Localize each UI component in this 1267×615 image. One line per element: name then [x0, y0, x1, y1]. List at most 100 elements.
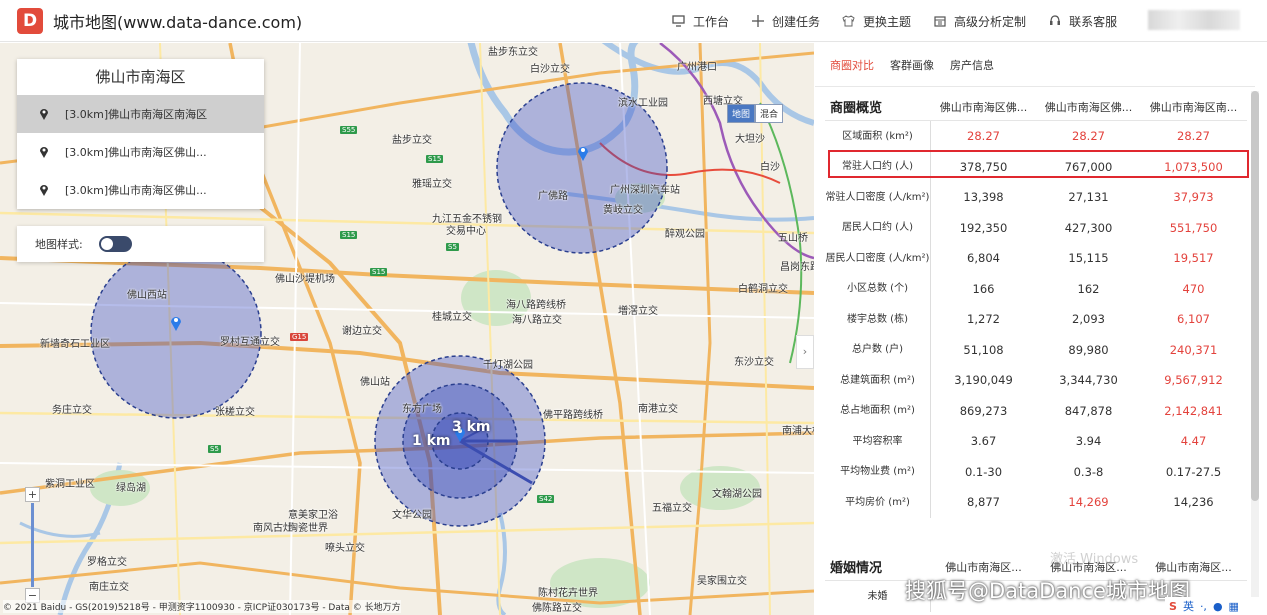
map-style-toggle[interactable]: [98, 236, 132, 252]
map-place-label: 大坦沙: [735, 134, 765, 145]
zoom-slider[interactable]: [31, 503, 34, 587]
row-label: 平均物业费 (m²): [825, 456, 931, 487]
table-row: 平均物业费 (m²) 0.1-30 0.3-8 0.17-27.5: [825, 456, 1247, 487]
table-row: 区域面积 (km²) 28.27 28.27 28.27: [825, 121, 1247, 152]
cell-value: 6,804: [967, 251, 1000, 266]
poi-list-item-label: [3.0km]佛山市南海区佛山...: [65, 146, 207, 159]
map-place-label: 新墙奇石工业区: [40, 339, 110, 350]
cell-value: 192,350: [959, 220, 1008, 235]
map-pin-icon[interactable]: [170, 314, 182, 332]
windows-activation-watermark: 激活 Windows: [1050, 552, 1139, 567]
table-header: 商圈概览 佛山市南海区佛... 佛山市南海区佛... 佛山市南海区南...: [825, 93, 1247, 121]
map-type-map-button[interactable]: 地图: [727, 104, 756, 123]
nav-create-task-label: 创建任务: [772, 14, 821, 29]
road-badge: S5: [208, 445, 221, 453]
map-place-label: 盐步东立交: [488, 47, 538, 58]
microphone-icon: ●: [1212, 599, 1223, 613]
ime-logo-icon: S: [1169, 599, 1177, 613]
poi-list-panel: 佛山市南海区 [3.0km]佛山市南海区南海区 [3.0km]佛山市南海区佛山.…: [17, 59, 264, 209]
monitor-icon: [672, 15, 685, 28]
location-pin-icon: [40, 185, 48, 196]
row-label: 平均房价 (m²): [825, 487, 931, 518]
cell-value: 15,115: [1068, 251, 1109, 266]
road-badge: S42: [537, 495, 555, 503]
user-account[interactable]: [1148, 10, 1240, 30]
cell-value: 551,750: [1169, 220, 1218, 235]
cell-value: 470: [1182, 281, 1205, 296]
poi-list-item[interactable]: [3.0km]佛山市南海区佛山...: [17, 133, 264, 171]
nav-contact[interactable]: 联系客服: [1048, 13, 1117, 30]
zoom-control: + −: [25, 487, 40, 603]
zoom-in-button[interactable]: +: [25, 487, 40, 502]
map-place-label: 白沙立交: [530, 64, 570, 75]
cell-value: 3,190,049: [954, 373, 1013, 388]
map-place-label: 罗村互通立交: [220, 337, 280, 348]
cell-value: 2,093: [1072, 312, 1105, 327]
map-place-label: 佛平路跨线桥: [543, 410, 603, 421]
road-badge: G15: [290, 333, 309, 341]
headset-icon: [1048, 15, 1061, 28]
map-place-label: 昌岗东路: [780, 262, 814, 273]
tab-property-info[interactable]: 房产信息: [950, 57, 994, 73]
panel-scrollbar[interactable]: [1251, 91, 1259, 611]
nav-create-task[interactable]: 创建任务: [751, 13, 820, 30]
map-place-label: 佛山沙堤机场: [275, 274, 335, 285]
map-place-label: 文华公园: [392, 510, 432, 521]
road-badge: S15: [340, 231, 358, 239]
map-place-label: 绿岛湖: [116, 483, 146, 494]
map-place-label: 桂城立交: [432, 312, 472, 323]
nav-workbench[interactable]: 工作台: [672, 13, 729, 30]
map-place-label: 雅瑶立交: [412, 179, 452, 190]
nav-theme[interactable]: 更换主题: [842, 13, 911, 30]
location-pin-icon: [40, 147, 48, 158]
tab-customer-profile[interactable]: 客群画像: [890, 57, 934, 73]
map-place-label: 千灯湖公园: [483, 360, 533, 371]
cell-value: 240,371: [1169, 342, 1218, 357]
cell-value: 427,300: [1064, 220, 1113, 235]
top-nav: 工作台 创建任务 更换主题 高级分析定制 联系客服: [672, 0, 1139, 42]
cell-value: 166: [972, 281, 995, 296]
table-row: 平均容积率 3.67 3.94 4.47: [825, 426, 1247, 457]
row-label: 总占地面积 (m²): [825, 395, 931, 426]
table-row: 居民人口约 (人) 192,350 427,300 551,750: [825, 212, 1247, 243]
table-row: 居民人口密度 (人/km²) 6,804 15,115 19,517: [825, 243, 1247, 274]
cell-value: 37,973: [1173, 190, 1214, 205]
cell-value: 3.67: [970, 434, 997, 449]
tab-business-compare[interactable]: 商圈对比: [830, 57, 874, 73]
cell-value: 869,273: [959, 403, 1008, 418]
poi-list-item[interactable]: [3.0km]佛山市南海区佛山...: [17, 171, 264, 209]
poi-list-item[interactable]: [3.0km]佛山市南海区南海区: [17, 95, 264, 133]
map-place-label: 谢边立交: [342, 326, 382, 337]
map-place-label: 白沙: [760, 162, 780, 173]
row-label: 小区总数 (个): [825, 273, 931, 304]
map-place-label: 海八路跨线桥: [506, 300, 566, 311]
map-place-label: 五福立交: [652, 503, 692, 514]
plus-icon: [751, 15, 764, 28]
table-row: 平均房价 (m²) 8,877 14,269 14,236: [825, 487, 1247, 518]
cell-value: 9,567,912: [1164, 373, 1223, 388]
column-header: 佛山市南海区...: [1155, 560, 1232, 574]
map-place-label: 黄岐立交: [603, 205, 643, 216]
app-logo[interactable]: D: [17, 7, 43, 34]
map-place-label: 吴家围立交: [697, 576, 747, 587]
map-place-label: 南港立交: [638, 404, 678, 415]
road-badge: S55: [340, 126, 358, 134]
map-pin-icon[interactable]: [577, 144, 589, 162]
map-place-label: 文翰湖公园: [712, 489, 762, 500]
cell-value: 0.1-30: [964, 464, 1003, 479]
map-type-hybrid-button[interactable]: 混合: [755, 104, 784, 123]
scrollbar-thumb[interactable]: [1251, 91, 1259, 501]
ime-toolbar[interactable]: S 英 ·, ● ▦: [1165, 597, 1267, 615]
map-place-label: 东方广场: [402, 404, 442, 415]
row-label: 楼宇总数 (栋): [825, 304, 931, 335]
nav-workbench-label: 工作台: [693, 14, 730, 29]
table-body: 区域面积 (km²) 28.27 28.27 28.27 常驻人口约 (人) 378,75…: [825, 121, 1247, 518]
table-row: 总建筑面积 (m²) 3,190,049 3,344,730 9,567,912: [825, 365, 1247, 396]
collapse-panel-button[interactable]: ›: [796, 335, 814, 369]
cell-value: 28.27: [967, 129, 1000, 144]
cell-value: 28.27: [1177, 129, 1210, 144]
map-place-label: 交易中心: [446, 226, 486, 237]
row-label: 常驻人口密度 (人/km²): [825, 182, 931, 213]
nav-advanced-analysis[interactable]: 高级分析定制: [933, 13, 1026, 30]
road-badge: S15: [426, 155, 444, 163]
